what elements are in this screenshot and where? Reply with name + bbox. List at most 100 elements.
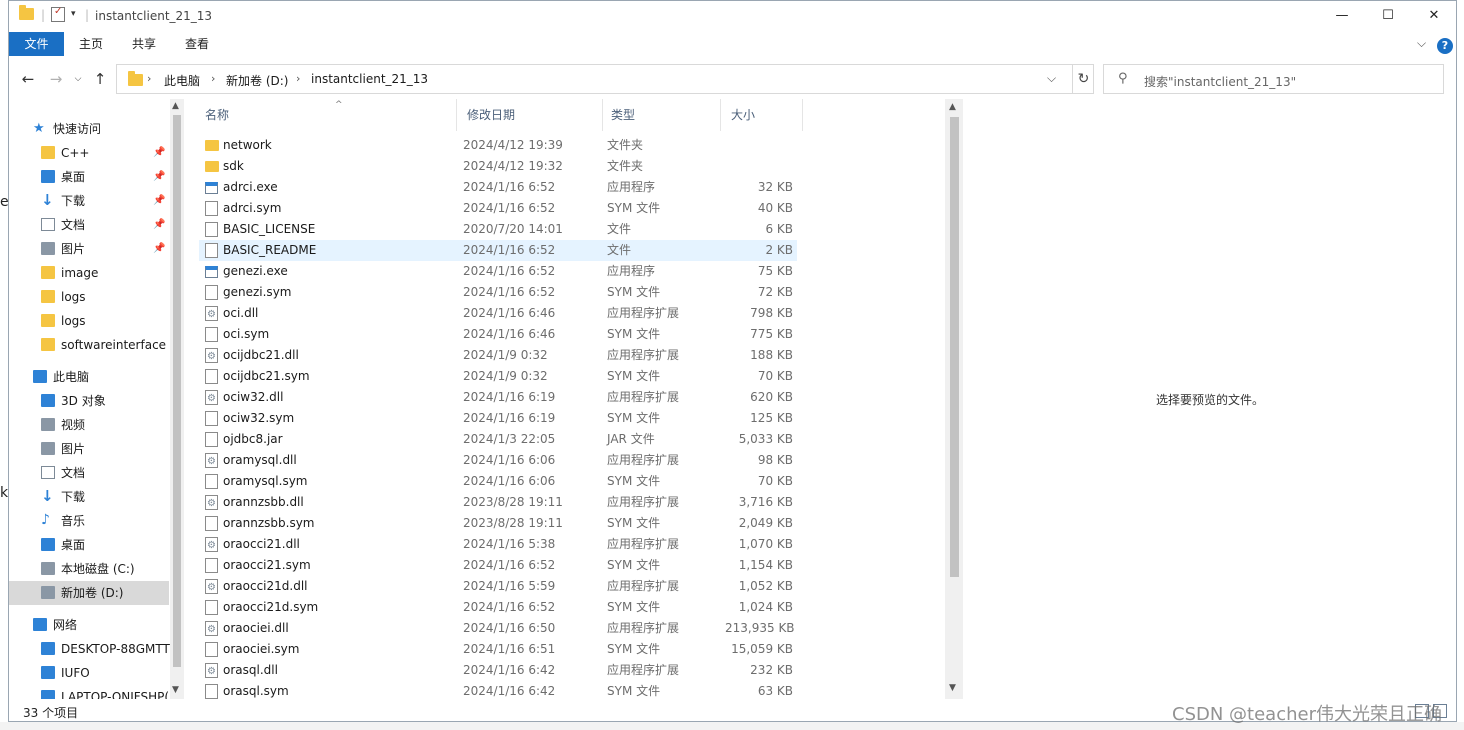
column-header-size[interactable]: 大小 [723,99,803,131]
file-row[interactable]: network 2024/4/12 19:39 文件夹 [199,135,797,156]
file-row[interactable]: orannzsbb.sym 2023/8/28 19:11 SYM 文件 2,049 … [199,513,797,534]
file-row[interactable]: orasql.sym 2024/1/16 6:42 SYM 文件 63 KB [199,681,797,702]
file-row[interactable]: ociw32.sym 2024/1/16 6:19 SYM 文件 125 KB [199,408,797,429]
sidebar-item-label: 文档 [61,218,86,232]
scroll-down-icon[interactable]: ▼ [172,685,179,695]
sidebar-item[interactable]: logs [9,309,169,333]
address-history-dropdown-icon[interactable]: ⌵ [1047,71,1056,86]
file-row[interactable]: oraociei.dll 2024/1/16 6:50 应用程序扩展 213,935 … [199,618,797,640]
file-row[interactable]: ojdbc8.jar 2024/1/3 22:05 JAR 文件 5,033 KB [199,429,797,450]
breadcrumb-drive-d[interactable]: 新加卷 (D:) [226,72,288,89]
column-header-date[interactable]: 修改日期 [459,99,603,131]
column-header-name[interactable]: 名称 ^ [197,99,457,131]
file-row[interactable]: BASIC_LICENSE 2020/7/20 14:01 文件 6 KB [199,219,797,240]
breadcrumb-current-folder[interactable]: instantclient_21_13 [311,72,428,86]
sidebar-item[interactable]: IUFO [9,661,169,685]
file-row[interactable]: sdk 2024/4/12 19:32 文件夹 [199,156,797,177]
sidebar-item[interactable]: 文档 📌 [9,213,169,237]
file-row[interactable]: ociw32.dll 2024/1/16 6:19 应用程序扩展 620 KB [199,387,797,409]
back-button[interactable]: ← [17,68,39,90]
sidebar-item[interactable]: LAPTOP-ONIFSHP( [9,685,169,699]
tab-view[interactable]: 查看 [173,32,221,56]
file-row[interactable]: oci.sym 2024/1/16 6:46 SYM 文件 775 KB [199,324,797,345]
quick-access-toolbar-dropdown-icon[interactable]: ▾ [71,9,76,19]
sidebar-item[interactable]: logs [9,285,169,309]
nav-scrollbar[interactable]: ▲ ▼ [170,99,184,699]
sidebar-item[interactable]: 视频 [9,413,169,437]
close-button[interactable]: ✕ [1411,1,1456,31]
file-icon [205,474,218,489]
expand-ribbon-icon[interactable]: ⌵ [1417,36,1426,51]
file-row[interactable]: ocijdbc21.sym 2024/1/9 0:32 SYM 文件 70 KB [199,366,797,387]
breadcrumb-chevron-icon[interactable]: › [211,72,215,85]
address-bar[interactable]: › 此电脑 › 新加卷 (D:) › instantclient_21_13 ⌵… [116,64,1094,94]
file-type: 应用程序扩展 [607,348,680,362]
sidebar-item[interactable]: 桌面 [9,533,169,557]
recent-locations-dropdown[interactable]: ⌵ [67,68,89,90]
scrollbar-thumb[interactable] [173,115,181,667]
file-row[interactable]: oraocci21d.dll 2024/1/16 5:59 应用程序扩展 1,052 … [199,576,797,598]
sidebar-item[interactable]: ♪ 音乐 [9,509,169,533]
sidebar-item[interactable]: 新加卷 (D:) [9,581,169,605]
file-row[interactable]: adrci.exe 2024/1/16 6:52 应用程序 32 KB [199,177,797,198]
sidebar-item[interactable]: ↓ 下载 [9,485,169,509]
scroll-up-icon[interactable]: ▲ [172,101,179,111]
scrollbar-thumb[interactable] [950,117,959,577]
pin-icon: 📌 [153,147,166,158]
maximize-button[interactable]: ☐ [1365,1,1411,31]
sidebar-item[interactable]: 3D 对象 [9,389,169,413]
file-row[interactable]: oraociei.sym 2024/1/16 6:51 SYM 文件 15,059 K… [199,639,797,660]
tab-home[interactable]: 主页 [67,32,115,56]
scroll-up-icon[interactable]: ▲ [949,102,956,112]
file-row[interactable]: adrci.sym 2024/1/16 6:52 SYM 文件 40 KB [199,198,797,219]
breadcrumb-this-pc[interactable]: 此电脑 [164,72,200,89]
sidebar-item[interactable]: 图片 📌 [9,237,169,261]
file-row[interactable]: oramysql.sym 2024/1/16 6:06 SYM 文件 70 KB [199,471,797,492]
file-row[interactable]: genezi.exe 2024/1/16 6:52 应用程序 75 KB [199,261,797,282]
sidebar-item[interactable]: ★ 快速访问 [9,117,169,141]
file-row[interactable]: oci.dll 2024/1/16 6:46 应用程序扩展 798 KB [199,303,797,325]
file-name: ociw32.sym [223,411,295,425]
file-type: 文件 [607,222,632,236]
file-row[interactable]: oraocci21d.sym 2024/1/16 6:52 SYM 文件 1,024 … [199,597,797,618]
sidebar-item[interactable]: 文档 [9,461,169,485]
column-header-type[interactable]: 类型 [603,99,721,131]
file-row[interactable]: ocijdbc21.dll 2024/1/9 0:32 应用程序扩展 188 KB [199,345,797,367]
file-date: 2024/1/16 6:52 [463,558,556,572]
refresh-button[interactable]: ↻ [1072,65,1094,93]
properties-icon[interactable]: ✓ [51,6,65,22]
file-date: 2023/8/28 19:11 [463,516,563,530]
file-row[interactable]: genezi.sym 2024/1/16 6:52 SYM 文件 72 KB [199,282,797,303]
up-button[interactable]: ↑ [89,68,111,90]
tab-share[interactable]: 共享 [120,32,168,56]
breadcrumb-chevron-icon[interactable]: › [147,72,151,85]
desktop-icon [41,170,55,183]
sidebar-item[interactable]: 网络 [9,613,169,637]
file-row[interactable]: orasql.dll 2024/1/16 6:42 应用程序扩展 232 KB [199,660,797,682]
file-row[interactable]: oraocci21.sym 2024/1/16 6:52 SYM 文件 1,154 K… [199,555,797,576]
sidebar-item[interactable]: 桌面 📌 [9,165,169,189]
file-row[interactable]: oramysql.dll 2024/1/16 6:06 应用程序扩展 98 KB [199,450,797,472]
sidebar-item[interactable]: softwareinterface [9,333,169,357]
search-input[interactable]: ⚲ 搜索"instantclient_21_13" [1103,64,1444,94]
sidebar-item[interactable]: 图片 [9,437,169,461]
sidebar-item[interactable]: 本地磁盘 (C:) [9,557,169,581]
file-row[interactable]: oraocci21.dll 2024/1/16 5:38 应用程序扩展 1,070 K… [199,534,797,556]
sidebar-item[interactable]: DESKTOP-88GMTT [9,637,170,661]
forward-button[interactable]: → [45,68,67,90]
sidebar-item[interactable]: ↓ 下载 📌 [9,189,169,213]
sidebar-item[interactable]: image [9,261,169,285]
sidebar-item[interactable]: C++ 📌 [9,141,169,165]
file-name: oraociei.dll [223,621,289,635]
explorer-window: | ✓ ▾ | instantclient_21_13 — ☐ ✕ 文件 主页 … [8,0,1457,722]
file-row[interactable]: orannzsbb.dll 2023/8/28 19:11 应用程序扩展 3,716 … [199,492,797,514]
file-list-scrollbar[interactable]: ▲ ▼ [945,99,963,699]
minimize-button[interactable]: — [1319,1,1365,31]
sidebar-item-label: 图片 [61,442,86,456]
breadcrumb-chevron-icon[interactable]: › [296,72,300,85]
help-icon[interactable]: ? [1437,38,1453,54]
scroll-down-icon[interactable]: ▼ [949,683,956,693]
sidebar-item[interactable]: 此电脑 [9,365,169,389]
tab-file[interactable]: 文件 [9,32,64,56]
file-row[interactable]: BASIC_README 2024/1/16 6:52 文件 2 KB [199,240,797,261]
